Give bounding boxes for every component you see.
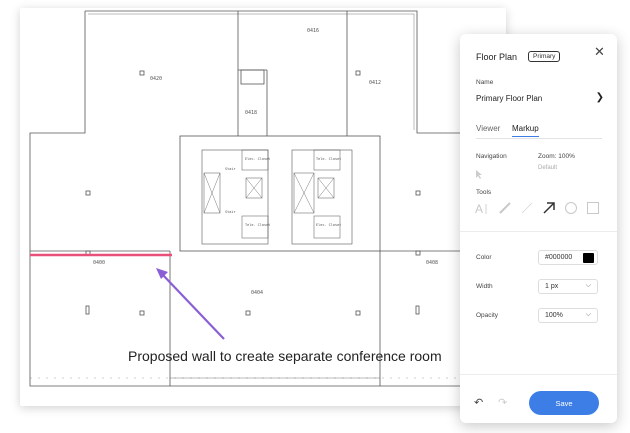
text-tool-icon[interactable]: A bbox=[475, 201, 489, 216]
tools-label: Tools bbox=[476, 189, 492, 196]
line-tool-icon[interactable] bbox=[520, 201, 534, 215]
navigation-label: Navigation bbox=[476, 153, 507, 160]
room-label: 0418 bbox=[245, 110, 257, 116]
core-label: Stair bbox=[225, 167, 236, 171]
color-value: #000000 bbox=[545, 254, 573, 261]
divider bbox=[460, 374, 617, 375]
chevron-down-icon: ❯ bbox=[595, 92, 604, 103]
panel-title: Floor Plan bbox=[476, 52, 518, 62]
redo-icon[interactable]: ↷ bbox=[498, 396, 507, 409]
room-label: 0408 bbox=[426, 260, 438, 266]
color-label: Color bbox=[476, 254, 492, 261]
chevron-down-icon: ⌵ bbox=[585, 282, 591, 289]
arrow-markup[interactable] bbox=[156, 268, 225, 340]
name-label: Name bbox=[476, 79, 494, 86]
core-label: Elec. Closet bbox=[316, 223, 341, 227]
name-value: Primary Floor Plan bbox=[476, 94, 543, 103]
room-label: 0416 bbox=[307, 28, 319, 34]
rectangle-tool-icon[interactable] bbox=[586, 201, 600, 215]
core-label: Tele. Closet bbox=[245, 223, 270, 227]
room-label: 0404 bbox=[251, 290, 263, 296]
width-value: 1 px bbox=[545, 283, 559, 290]
circle-tool-icon[interactable] bbox=[564, 201, 578, 215]
name-select[interactable]: Primary Floor Plan ❯ bbox=[476, 92, 604, 103]
annotation-text: Proposed wall to create separate confere… bbox=[128, 348, 442, 364]
pen-tool-icon[interactable] bbox=[498, 201, 512, 215]
arrow-tool-icon[interactable] bbox=[542, 201, 556, 215]
tab-markup[interactable]: Markup bbox=[512, 124, 539, 137]
floor-plan-canvas[interactable]: 0416 0420 0412 0418 0400 0408 0404 Stair… bbox=[20, 8, 506, 406]
floor-plan-drawing: 0416 0420 0412 0418 0400 0408 0404 Stair… bbox=[29, 10, 499, 387]
core-label: Tele. Closet bbox=[316, 157, 341, 161]
opacity-label: Opacity bbox=[476, 312, 499, 319]
room-label: 0412 bbox=[369, 80, 381, 86]
width-label: Width bbox=[476, 283, 493, 290]
width-select[interactable]: 1 px ⌵ bbox=[538, 279, 598, 294]
color-field[interactable]: #000000 bbox=[538, 250, 598, 265]
room-label: 0420 bbox=[150, 76, 162, 82]
floor-plan-panel: Floor Plan Primary ✕ Name Primary Floor … bbox=[460, 34, 617, 423]
close-icon[interactable]: ✕ bbox=[594, 44, 605, 60]
color-swatch[interactable] bbox=[583, 253, 594, 263]
room-label: 0400 bbox=[93, 260, 105, 266]
core-label: Elec. Closet bbox=[245, 157, 270, 161]
pointer-icon[interactable] bbox=[475, 167, 484, 185]
mode-tabs: Viewer Markup bbox=[476, 124, 602, 139]
tab-viewer[interactable]: Viewer bbox=[476, 124, 500, 133]
undo-icon[interactable]: ↶ bbox=[474, 396, 483, 409]
save-button[interactable]: Save bbox=[529, 391, 599, 415]
svg-text:A: A bbox=[475, 202, 483, 215]
chevron-down-icon: ⌵ bbox=[585, 311, 591, 318]
opacity-select[interactable]: 100% ⌵ bbox=[538, 308, 598, 323]
primary-badge: Primary bbox=[528, 51, 561, 62]
zoom-label: Zoom: 100% bbox=[538, 153, 575, 160]
default-label: Default bbox=[538, 165, 558, 171]
core-label: Stair bbox=[225, 210, 236, 214]
divider bbox=[460, 231, 617, 232]
opacity-value: 100% bbox=[545, 312, 563, 319]
